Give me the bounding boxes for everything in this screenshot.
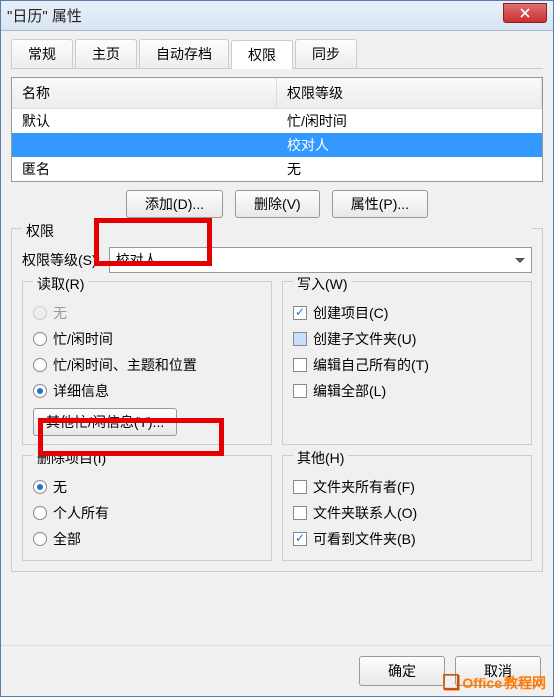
level-row: 权限等级(S): 校对人 xyxy=(22,247,532,273)
radio-icon xyxy=(33,480,47,494)
check-folder-visible[interactable]: 可看到文件夹(B) xyxy=(293,526,521,552)
check-folder-contact[interactable]: 文件夹联系人(O) xyxy=(293,500,521,526)
level-select[interactable]: 校对人 xyxy=(109,247,532,273)
close-button[interactable] xyxy=(503,3,547,23)
list-buttons: 添加(D)... 删除(V) 属性(P)... xyxy=(11,190,543,218)
check-icon xyxy=(293,506,307,520)
other-group: 其他(H) 文件夹所有者(F) 文件夹联系人(O) 可看到文件夹(B) xyxy=(282,455,532,561)
radio-none: 无 xyxy=(33,300,261,326)
tab-general[interactable]: 常规 xyxy=(11,39,73,68)
check-icon xyxy=(293,532,307,546)
col-name[interactable]: 名称 xyxy=(12,78,277,108)
watermark: ❏ Office 教程网 xyxy=(442,670,546,695)
tab-home[interactable]: 主页 xyxy=(75,39,137,68)
check-create-items[interactable]: 创建项目(C) xyxy=(293,300,521,326)
radio-delete-own[interactable]: 个人所有 xyxy=(33,500,261,526)
read-title: 读取(R) xyxy=(33,274,88,294)
properties-button[interactable]: 属性(P)... xyxy=(332,190,428,218)
watermark-icon: ❏ xyxy=(442,670,460,695)
check-icon xyxy=(293,332,307,346)
radio-icon xyxy=(33,358,47,372)
content-area: 常规 主页 自动存档 权限 同步 名称 权限等级 默认 忙/闲时间 ░░░░░ … xyxy=(1,31,553,645)
tab-sync[interactable]: 同步 xyxy=(295,39,357,68)
check-folder-owner[interactable]: 文件夹所有者(F) xyxy=(293,474,521,500)
col-level[interactable]: 权限等级 xyxy=(277,78,542,108)
tab-permissions[interactable]: 权限 xyxy=(231,40,293,69)
radio-icon xyxy=(33,332,47,346)
tab-bar: 常规 主页 自动存档 权限 同步 xyxy=(11,39,543,69)
permissions-legend: 权限 xyxy=(22,221,532,241)
radio-freebusy[interactable]: 忙/闲时间 xyxy=(33,326,261,352)
write-title: 写入(W) xyxy=(293,274,352,294)
radio-icon xyxy=(33,384,47,398)
ok-button[interactable]: 确定 xyxy=(359,656,445,686)
window-title: "日历" 属性 xyxy=(7,5,82,26)
radio-details[interactable]: 详细信息 xyxy=(33,378,261,404)
other-title: 其他(H) xyxy=(293,448,348,468)
delete-title: 删除项目(I) xyxy=(33,448,110,468)
radio-icon xyxy=(33,532,47,546)
read-group: 读取(R) 无 忙/闲时间 忙/闲时间、主题和位置 详细信息 其他忙/闲信息(Y… xyxy=(22,281,272,445)
check-icon xyxy=(293,358,307,372)
dialog-window: "日历" 属性 常规 主页 自动存档 权限 同步 名称 权限等级 默认 忙/闲时… xyxy=(0,0,554,697)
close-icon xyxy=(520,8,530,18)
radio-icon xyxy=(33,306,47,320)
write-group: 写入(W) 创建项目(C) 创建子文件夹(U) 编辑自己所有的(T) 编辑全部(… xyxy=(282,281,532,445)
check-edit-own[interactable]: 编辑自己所有的(T) xyxy=(293,352,521,378)
remove-button[interactable]: 删除(V) xyxy=(235,190,320,218)
check-icon xyxy=(293,384,307,398)
permissions-fieldset: 权限 权限等级(S): 校对人 读取(R) 无 忙/闲时间 忙/闲时间、主题和位… xyxy=(11,228,543,572)
add-button[interactable]: 添加(D)... xyxy=(126,190,223,218)
radio-freebusy-subject[interactable]: 忙/闲时间、主题和位置 xyxy=(33,352,261,378)
list-row[interactable]: 匿名 无 xyxy=(12,157,542,181)
other-freebusy-button[interactable]: 其他忙/闲信息(Y)... xyxy=(33,408,177,436)
list-row[interactable]: ░░░░░ 校对人 xyxy=(12,133,542,157)
list-header: 名称 权限等级 xyxy=(12,78,542,109)
radio-delete-all[interactable]: 全部 xyxy=(33,526,261,552)
radio-icon xyxy=(33,506,47,520)
tab-autoarchive[interactable]: 自动存档 xyxy=(139,39,229,68)
check-icon xyxy=(293,480,307,494)
check-icon xyxy=(293,306,307,320)
level-label: 权限等级(S): xyxy=(22,250,101,270)
radio-delete-none[interactable]: 无 xyxy=(33,474,261,500)
check-create-subfolders[interactable]: 创建子文件夹(U) xyxy=(293,326,521,352)
check-edit-all[interactable]: 编辑全部(L) xyxy=(293,378,521,404)
permissions-list[interactable]: 名称 权限等级 默认 忙/闲时间 ░░░░░ 校对人 匿名 无 xyxy=(11,77,543,182)
delete-group: 删除项目(I) 无 个人所有 全部 xyxy=(22,455,272,561)
titlebar: "日历" 属性 xyxy=(1,1,553,31)
list-row[interactable]: 默认 忙/闲时间 xyxy=(12,109,542,133)
